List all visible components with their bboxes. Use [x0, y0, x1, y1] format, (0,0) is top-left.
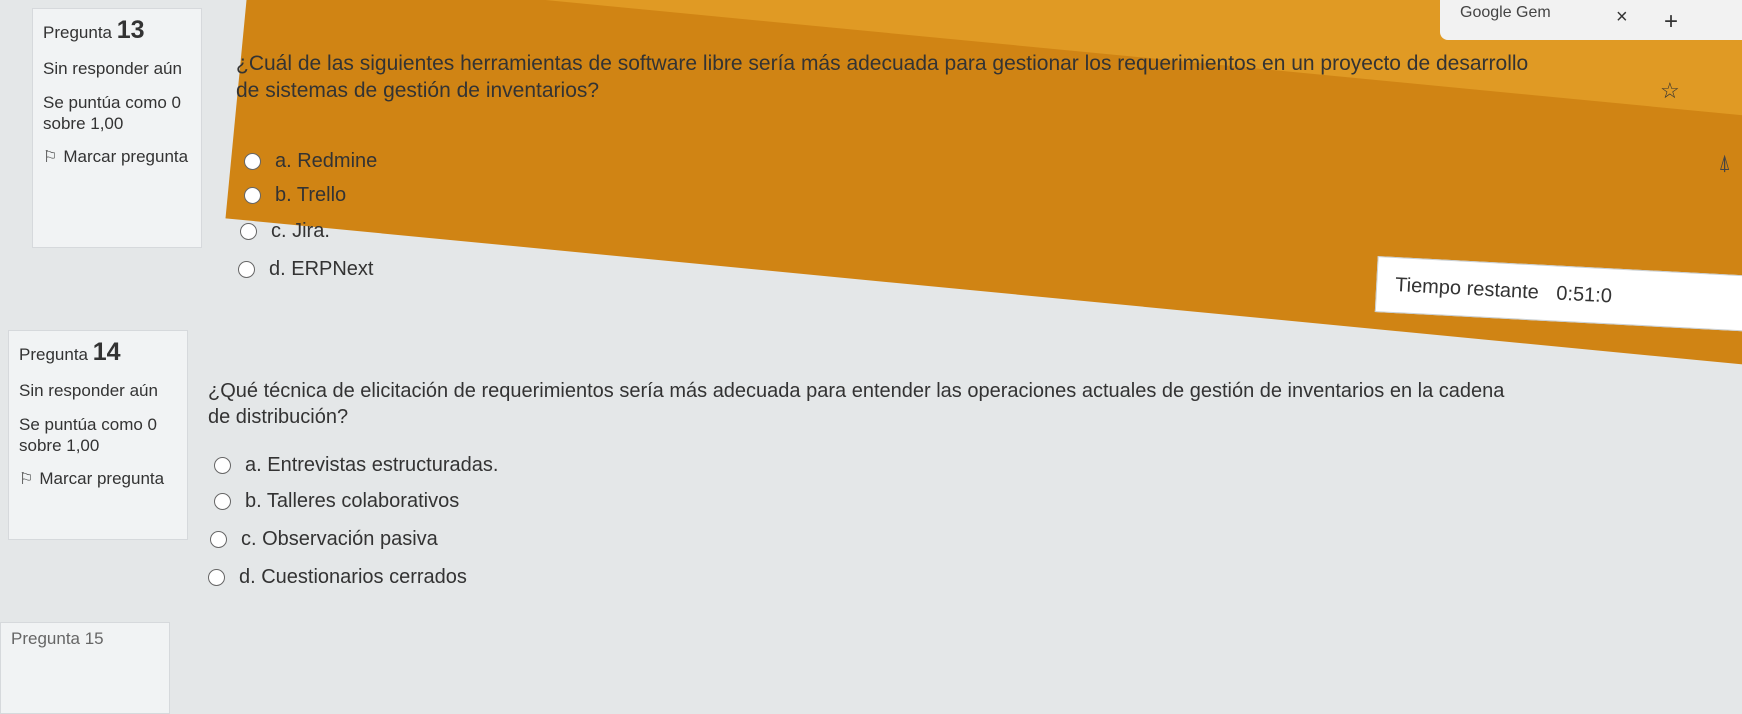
browser-tab[interactable]: Google Gem × +: [1440, 0, 1742, 40]
radio-button[interactable]: [244, 153, 261, 170]
option-label: b. Trello: [275, 184, 347, 206]
flag-label: Marcar pregunta: [63, 147, 189, 166]
timer-value: 0:51:0: [1555, 282, 1613, 308]
option-13-a[interactable]: a. Redmine: [244, 150, 377, 173]
question-info-14: Pregunta 14 Sin responder aún Se puntúa …: [8, 330, 188, 540]
new-tab-icon[interactable]: +: [1664, 8, 1678, 36]
radio-button[interactable]: [244, 187, 261, 204]
question-number: Pregunta 13: [43, 15, 191, 46]
option-label: b. Talleres colaborativos: [245, 490, 460, 512]
flag-icon: ⚐: [43, 149, 58, 166]
question-status: Sin responder aún: [43, 59, 182, 79]
question-label: Pregunta 15: [11, 629, 104, 648]
option-label: a. Entrevistas estructuradas.: [245, 454, 499, 476]
question-score: Se puntúa como 0 sobre 1,00: [19, 414, 157, 455]
radio-button[interactable]: [214, 457, 231, 474]
bell-icon[interactable]: ⍋: [1718, 150, 1731, 176]
option-label: a. Redmine: [275, 150, 378, 172]
question-number-value: 13: [116, 16, 145, 44]
option-14-a[interactable]: a. Entrevistas estructuradas.: [214, 454, 498, 477]
option-label: c. Observación pasiva: [241, 528, 438, 550]
option-13-b[interactable]: b. Trello: [244, 184, 346, 207]
flag-question[interactable]: ⚐ Marcar pregunta: [19, 468, 177, 490]
radio-button[interactable]: [240, 223, 257, 240]
question-score: Se puntúa como 0 sobre 1,00: [43, 92, 181, 133]
option-label: d. Cuestionarios cerrados: [239, 566, 467, 588]
tab-label: Google Gem: [1460, 4, 1551, 21]
option-13-c[interactable]: c. Jira.: [240, 220, 330, 243]
question-info-15: Pregunta 15: [0, 622, 170, 714]
option-14-b[interactable]: b. Talleres colaborativos: [214, 490, 459, 513]
radio-button[interactable]: [238, 261, 255, 278]
question-number: Pregunta 14: [19, 337, 177, 368]
option-14-c[interactable]: c. Observación pasiva: [210, 528, 438, 551]
option-label: c. Jira.: [271, 220, 330, 242]
radio-button[interactable]: [214, 493, 231, 510]
option-label: d. ERPNext: [269, 258, 374, 280]
close-icon[interactable]: ×: [1616, 6, 1628, 29]
option-14-d[interactable]: d. Cuestionarios cerrados: [208, 566, 467, 589]
question-info-13: Pregunta 13 Sin responder aún Se puntúa …: [32, 8, 202, 248]
timer-label: Tiempo restante: [1394, 274, 1540, 304]
question-number-value: 14: [92, 338, 121, 366]
question-label: Pregunta: [19, 345, 88, 364]
radio-button[interactable]: [208, 569, 225, 586]
flag-label: Marcar pregunta: [39, 469, 165, 488]
question-status: Sin responder aún: [19, 381, 158, 401]
star-icon[interactable]: ☆: [1660, 78, 1680, 104]
flag-question[interactable]: ⚐ Marcar pregunta: [43, 146, 191, 168]
question-text-13: ¿Cuál de las siguientes herramientas de …: [236, 52, 1529, 103]
flag-icon: ⚐: [19, 471, 34, 488]
question-label: Pregunta: [43, 23, 112, 42]
question-text-14: ¿Qué técnica de elicitación de requerimi…: [208, 380, 1505, 428]
option-13-d[interactable]: d. ERPNext: [238, 258, 373, 281]
radio-button[interactable]: [210, 531, 227, 548]
